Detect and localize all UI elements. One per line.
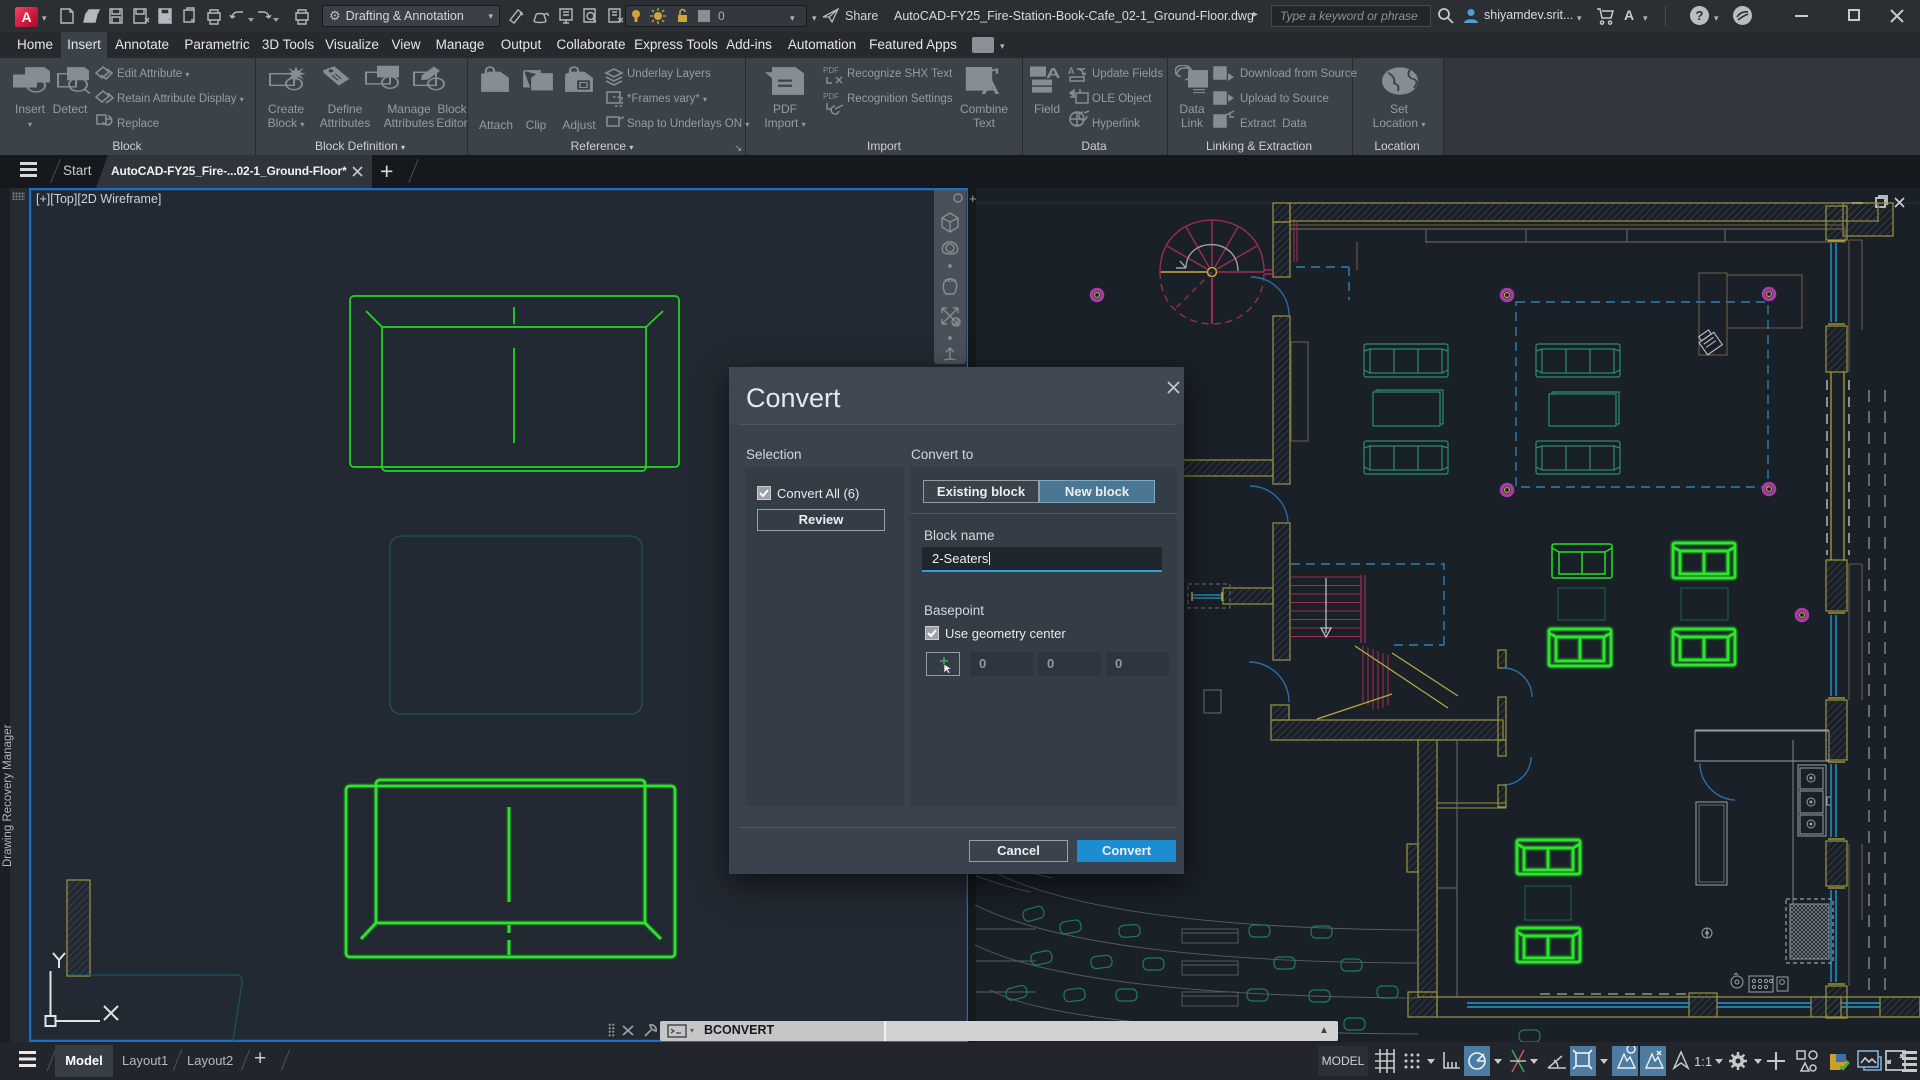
svg-text:PDF: PDF xyxy=(823,66,839,75)
svg-text:A: A xyxy=(1068,66,1075,76)
svg-text:A: A xyxy=(1046,65,1061,81)
svg-text:PDF: PDF xyxy=(823,92,839,101)
svg-text:0: 0 xyxy=(718,9,725,23)
svg-text:A: A xyxy=(981,77,1000,97)
svg-text:1:1: 1:1 xyxy=(1694,1054,1712,1069)
